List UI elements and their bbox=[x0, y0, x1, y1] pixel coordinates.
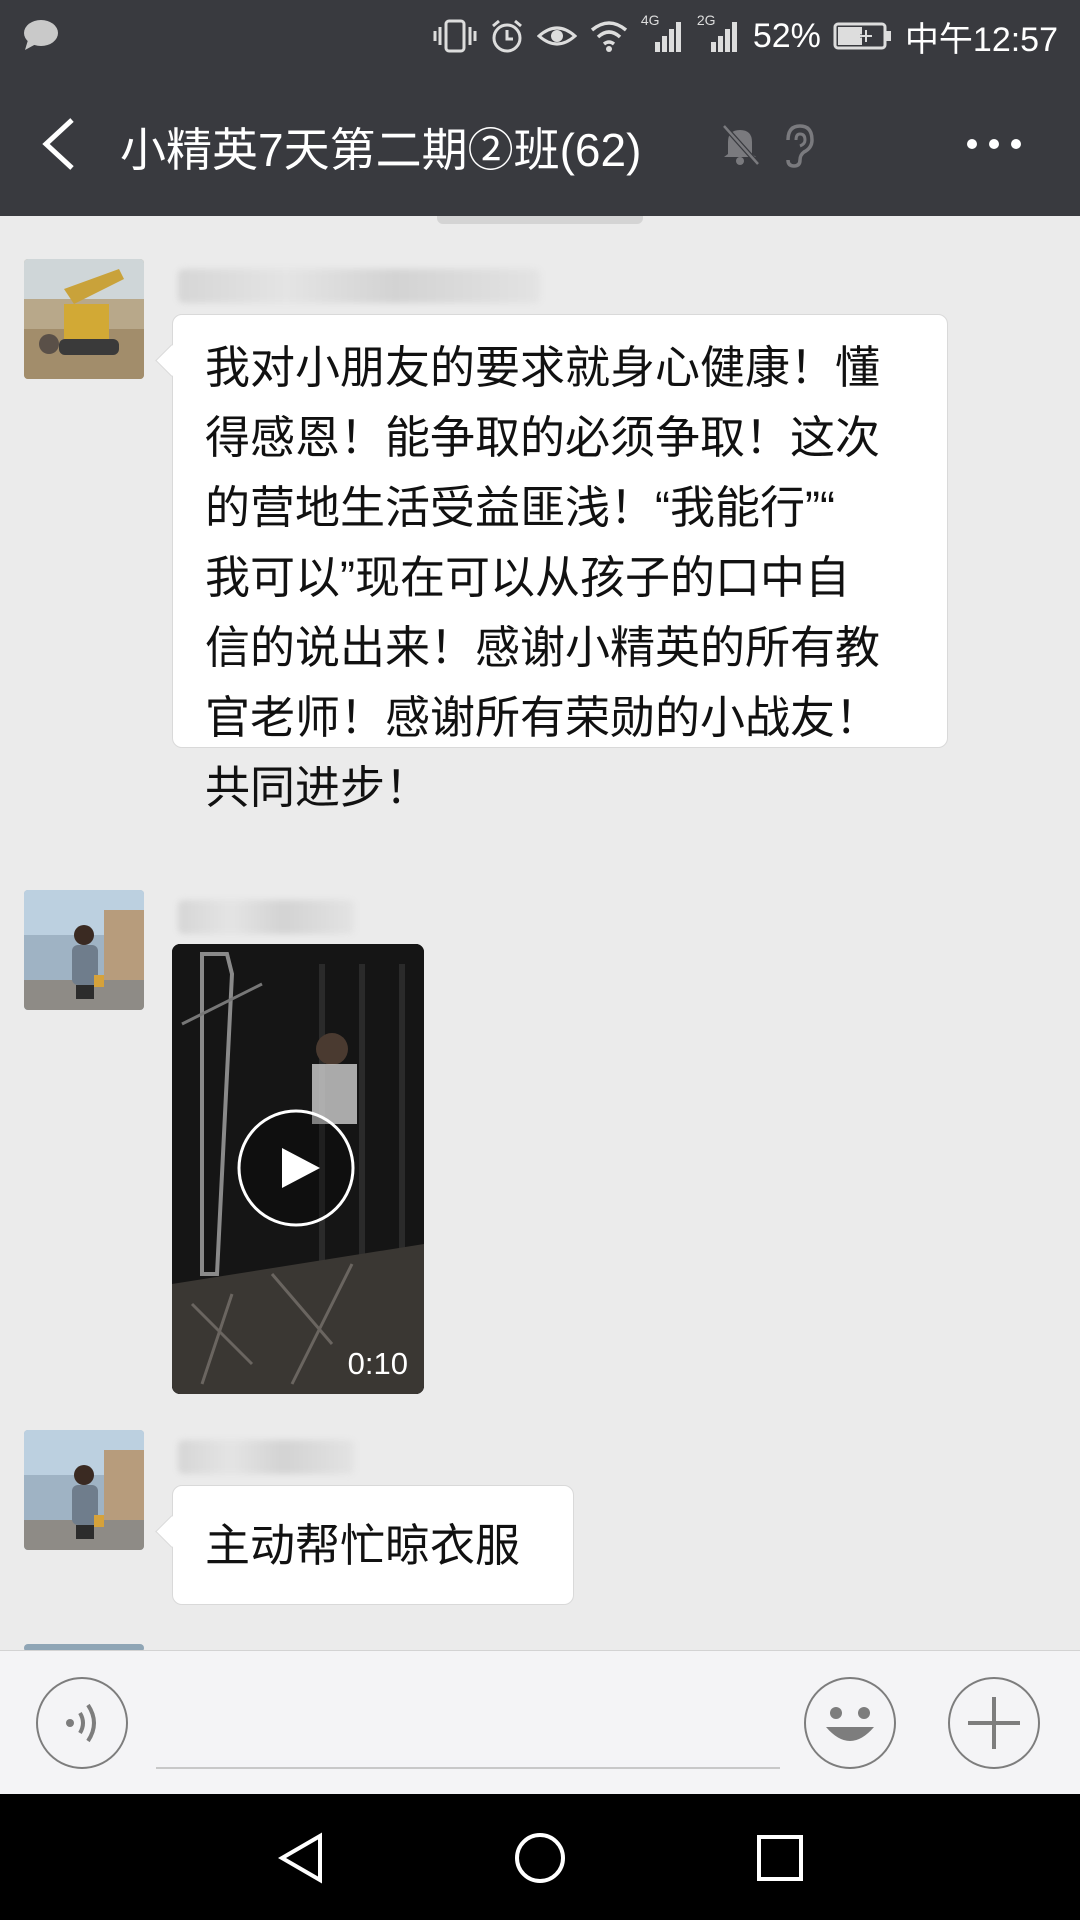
avatar-girl-image bbox=[24, 1430, 144, 1550]
avatar[interactable] bbox=[24, 890, 144, 1010]
avatar-excavator-image bbox=[24, 259, 144, 379]
sender-name-blurred bbox=[178, 269, 540, 303]
signal-icon bbox=[654, 22, 681, 52]
sender-name-blurred bbox=[178, 900, 354, 934]
message-line: 信的说出来！感谢小精英的所有教 bbox=[205, 622, 881, 673]
message-line: 得感恩！能争取的必须争取！这次 bbox=[205, 412, 881, 463]
avatar[interactable] bbox=[24, 1430, 144, 1550]
more-icon[interactable] bbox=[964, 136, 1024, 152]
alarm-icon bbox=[491, 19, 522, 53]
nav-back-icon[interactable] bbox=[274, 1830, 330, 1886]
signal-icon bbox=[710, 22, 737, 52]
battery-percent: 52% bbox=[752, 16, 821, 55]
plus-button[interactable] bbox=[948, 1677, 1040, 1769]
voice-button[interactable] bbox=[36, 1677, 128, 1769]
nav-home-icon[interactable] bbox=[512, 1830, 568, 1886]
sender-name-blurred bbox=[178, 1440, 354, 1474]
message-line: 的营地生活受益匪浅！“我能行”“ bbox=[205, 482, 835, 533]
message-line: 我可以”现在可以从孩子的口中自 bbox=[205, 552, 850, 603]
message-bubble[interactable]: 主动帮忙晾衣服 bbox=[172, 1485, 574, 1605]
vibrate-icon bbox=[433, 19, 477, 53]
emoji-button[interactable] bbox=[804, 1677, 896, 1769]
message-line: 主动帮忙晾衣服 bbox=[205, 1520, 521, 1571]
avatar-girl-image bbox=[24, 890, 144, 1010]
voice-icon bbox=[66, 1703, 96, 1743]
mute-icon[interactable] bbox=[718, 122, 762, 166]
signal-2g: 2G bbox=[697, 12, 741, 54]
chat-title: 小精英7天第二期②班(62) bbox=[120, 124, 642, 176]
avatar[interactable] bbox=[24, 259, 144, 379]
back-icon[interactable] bbox=[36, 116, 86, 172]
play-icon[interactable] bbox=[236, 1108, 356, 1228]
clock: 中午12:57 bbox=[904, 20, 1058, 59]
eye-icon bbox=[536, 26, 577, 46]
input-bar bbox=[0, 1650, 1080, 1795]
video-message[interactable]: 0:10 bbox=[172, 944, 424, 1394]
video-duration: 0:10 bbox=[347, 1346, 408, 1381]
message-line: 共同进步！ bbox=[205, 762, 431, 813]
emoji-icon bbox=[826, 1707, 874, 1741]
plus-icon bbox=[968, 1697, 1020, 1749]
wifi-icon bbox=[590, 21, 627, 52]
system-nav-bar bbox=[0, 1794, 1080, 1920]
status-bar: 4G 2G 52% 中午12:57 bbox=[0, 0, 1080, 72]
status-icons: 4G 2G 52% 中午12:57 bbox=[433, 12, 1058, 59]
signal-4g: 4G bbox=[641, 12, 685, 54]
chat-indicator-icon bbox=[24, 20, 58, 50]
nav-recents-icon[interactable] bbox=[752, 1830, 808, 1886]
message-list[interactable]: 我对小朋友的要求就身心健康！懂 得感恩！能争取的必须争取！这次 的营地生活受益匪… bbox=[0, 216, 1080, 1650]
message-bubble[interactable]: 我对小朋友的要求就身心健康！懂 得感恩！能争取的必须争取！这次 的营地生活受益匪… bbox=[172, 314, 948, 813]
earpiece-icon[interactable] bbox=[778, 122, 818, 168]
scroll-indicator bbox=[437, 216, 643, 224]
battery-icon bbox=[833, 22, 891, 50]
message-input[interactable] bbox=[156, 1767, 780, 1769]
chat-header: 小精英7天第二期②班(62) bbox=[0, 72, 1080, 216]
message-line: 官老师！感谢所有荣勋的小战友！ bbox=[205, 692, 881, 743]
message-line: 我对小朋友的要求就身心健康！懂 bbox=[205, 342, 881, 393]
